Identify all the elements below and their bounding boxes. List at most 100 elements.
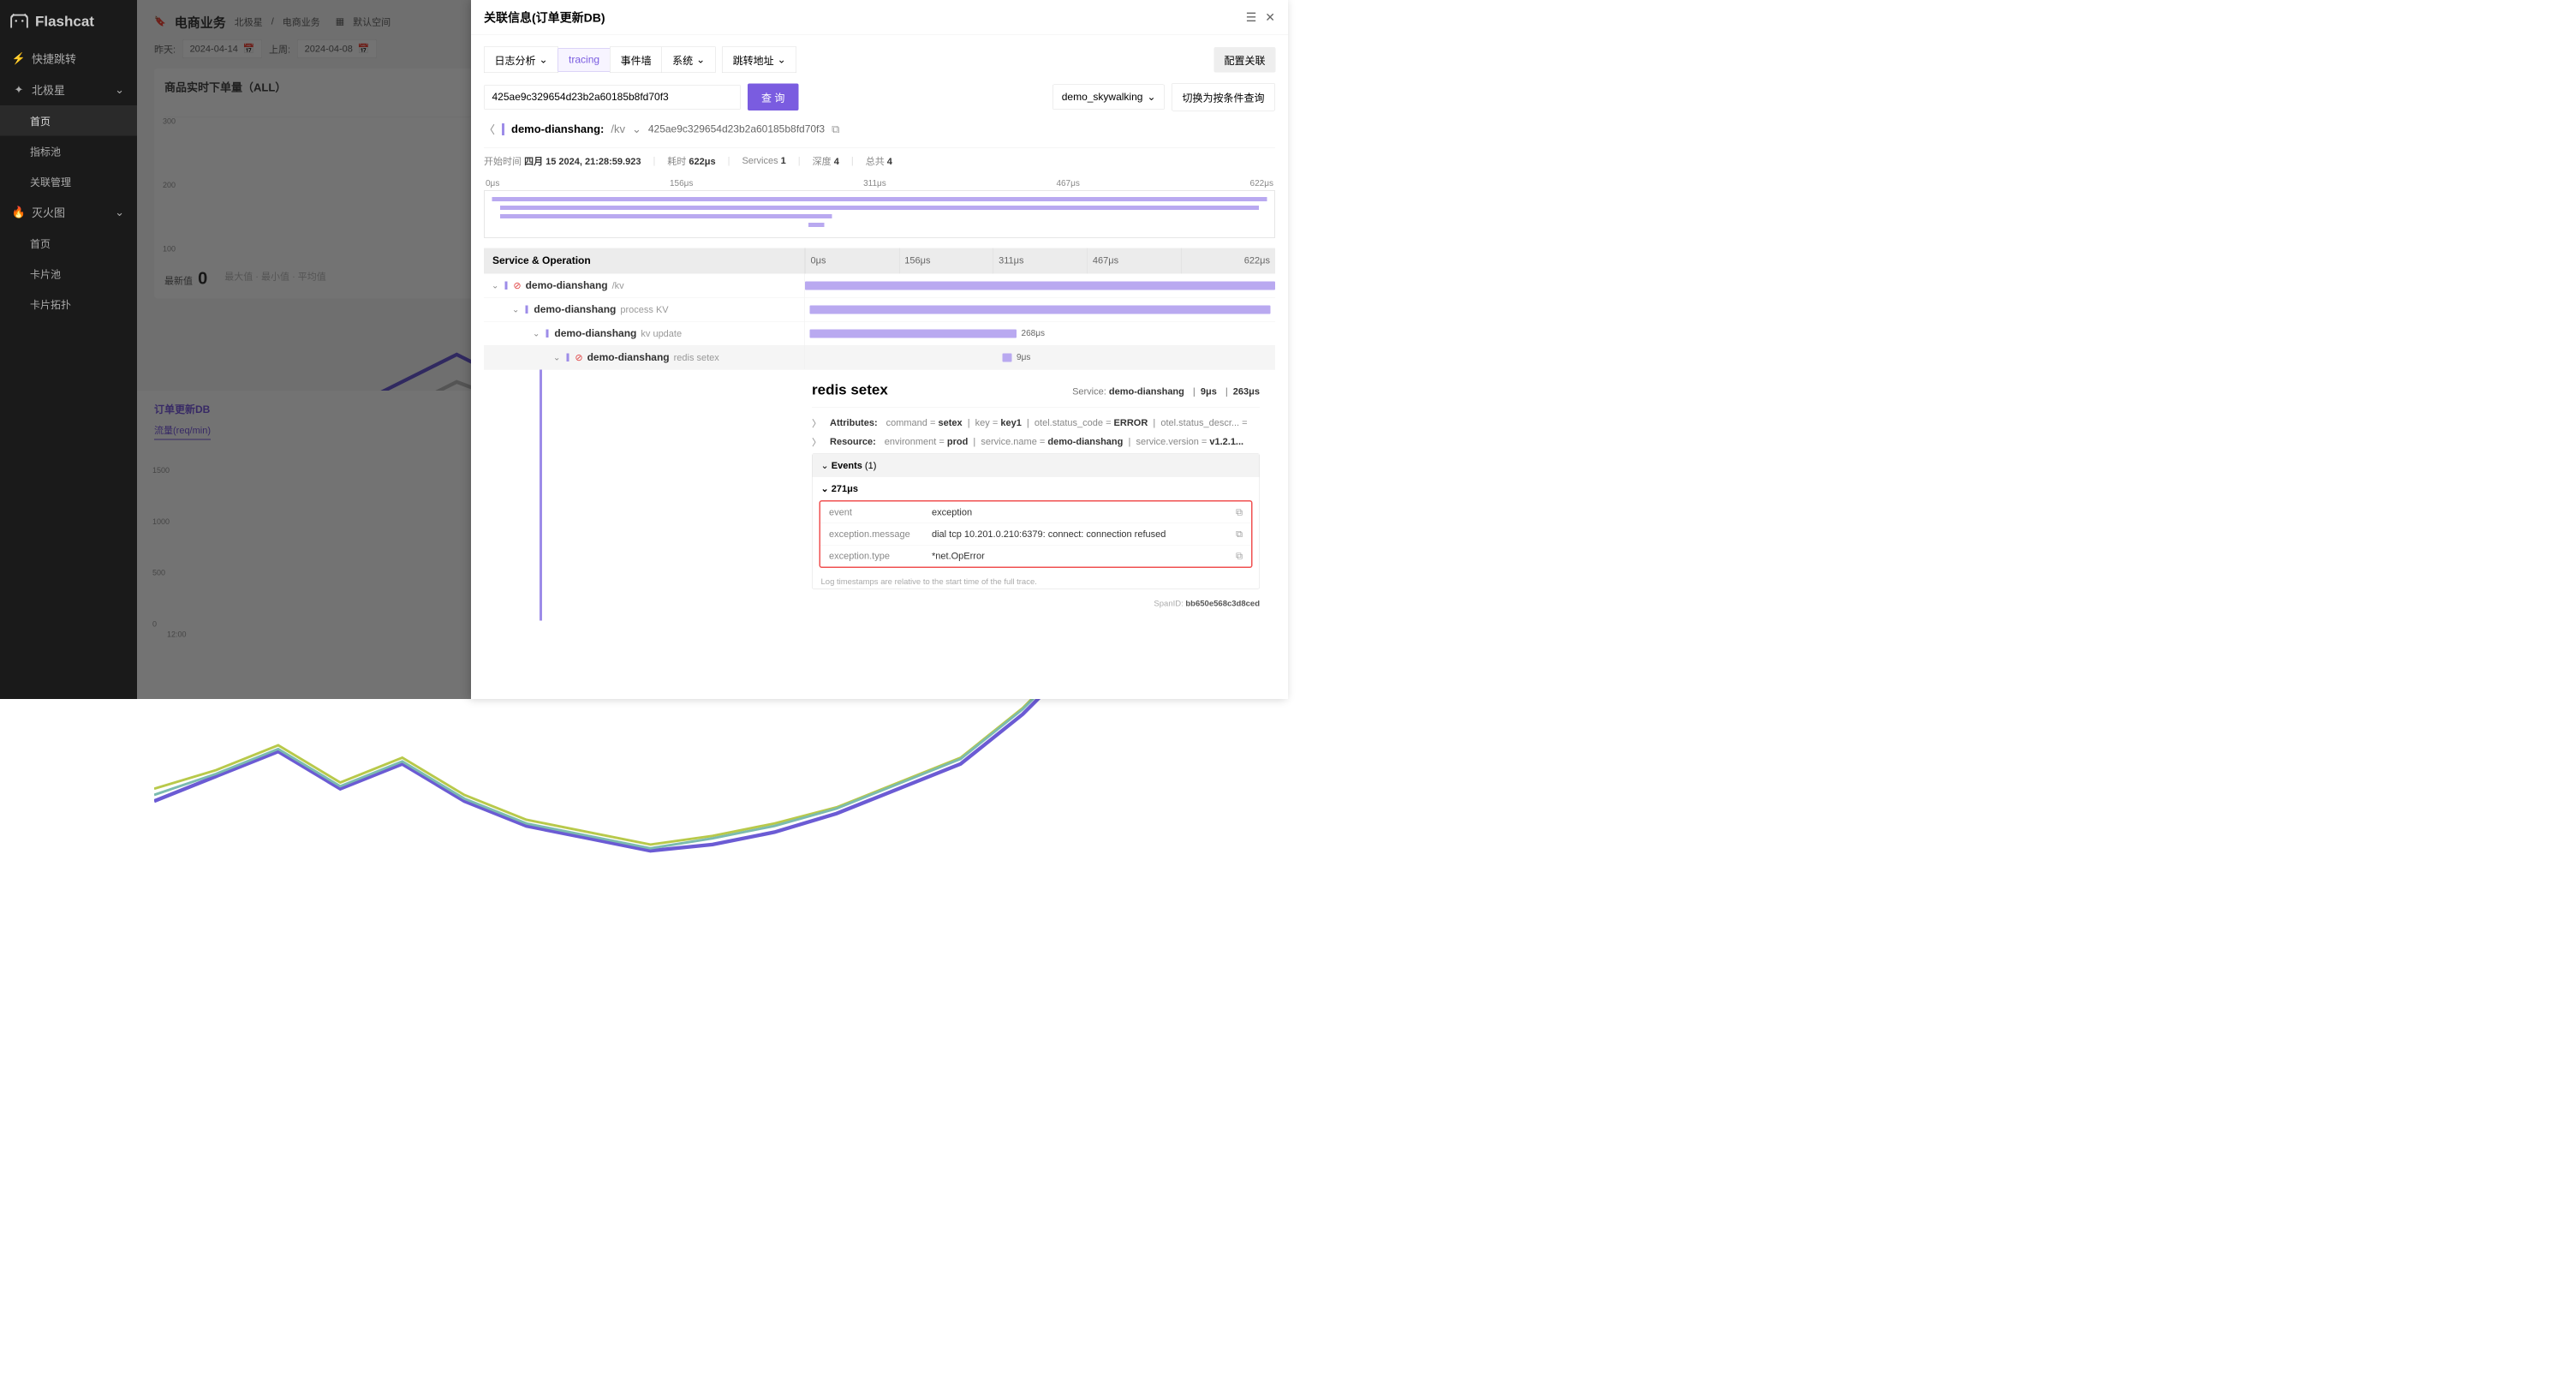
chevron-down-icon[interactable]: ⌄ [533, 328, 540, 339]
nav-fire-home[interactable]: 首页 [0, 228, 137, 259]
span-timeline [805, 274, 1275, 298]
event-row: exception.type*net.OpError⧉ [820, 546, 1251, 567]
span-color-bar [504, 282, 507, 290]
attributes-row[interactable]: 〉 Attributes: command = setex | key = ke… [812, 416, 1260, 430]
copy-icon[interactable]: ⧉ [1231, 529, 1243, 540]
logo-icon [9, 13, 30, 30]
nav-polaris-home[interactable]: 首页 [0, 105, 137, 136]
chevron-down-icon[interactable]: ⌄ [632, 122, 641, 136]
tab-events[interactable]: 事件墙 [610, 47, 662, 74]
span-detail-title: redis setex [812, 382, 1064, 399]
nav-label: 首页 [30, 113, 51, 128]
panel-header: 关联信息(订单更新DB) ☰ ✕ [471, 0, 1288, 35]
trace-header: 〈 demo-dianshang: /kv ⌄ 425ae9c329654d23… [484, 122, 1275, 138]
events-box: ⌄ Events (1) ⌄ 271μs eventexception⧉ exce… [812, 454, 1260, 589]
span-bar [805, 282, 1275, 290]
chevron-down-icon: ⌄ [1147, 91, 1155, 104]
nav-fire[interactable]: 🔥 灭火图 ⌄ [0, 197, 137, 229]
tab-tracing[interactable]: tracing [558, 48, 611, 71]
layout-icon[interactable]: ☰ [1246, 10, 1257, 25]
event-key: exception.message [829, 529, 932, 540]
chevron-right-icon: 〉 [812, 435, 821, 449]
span-timeline: 268μs [805, 322, 1275, 346]
event-value: *net.OpError [932, 551, 1231, 562]
resource-pair: service.name = demo-dianshang | [981, 436, 1136, 447]
span-bar [809, 330, 1017, 338]
span-service: demo-dianshang [587, 351, 670, 363]
span-bar [809, 306, 1270, 314]
tab-row: 日志分析 ⌄ tracing 事件墙 系统 ⌄ 跳转地址 ⌄ 配置关联 [484, 47, 1275, 74]
attrs-label: Attributes: [830, 417, 878, 428]
span-row[interactable]: ⌄demo-dianshangprocess KV [484, 298, 1275, 322]
span-row[interactable]: ⌄⊘demo-dianshangredis setex9μs [484, 346, 1275, 370]
detail-panel: 关联信息(订单更新DB) ☰ ✕ 日志分析 ⌄ tracing 事件墙 系统 ⌄… [471, 0, 1288, 699]
chevron-down-icon: ⌄ [115, 206, 124, 219]
nav-polaris-relations[interactable]: 关联管理 [0, 166, 137, 197]
chevron-down-icon[interactable]: ⌄ [512, 304, 519, 315]
span-operation: /kv [612, 280, 624, 291]
tick: 156μs [899, 248, 993, 274]
tab-logs[interactable]: 日志分析 ⌄ [484, 47, 558, 74]
timeline-ticks: 0μs156μs311μs467μs622μs [484, 179, 1275, 189]
copy-icon[interactable]: ⧉ [1231, 551, 1243, 562]
span-bar [1003, 354, 1012, 362]
span-color-bar [525, 306, 528, 314]
copy-icon[interactable]: ⧉ [1231, 507, 1243, 518]
compass-icon: ✦ [13, 84, 25, 96]
chevron-down-icon[interactable]: ⌄ [553, 352, 560, 363]
detail-self-time: 9μs [1201, 386, 1217, 397]
chevron-down-icon[interactable]: ⌄ [492, 280, 498, 291]
tick: 467μs [1087, 248, 1181, 274]
events-header[interactable]: ⌄ Events (1) [813, 454, 1260, 477]
event-timestamp[interactable]: ⌄ 271μs [813, 477, 1260, 500]
chevron-right-icon: 〉 [812, 416, 821, 430]
nav-quick-jump[interactable]: ⚡ 快捷跳转 [0, 43, 137, 75]
nav-polaris[interactable]: ✦ 北极星 ⌄ [0, 75, 137, 106]
error-icon: ⊘ [575, 352, 582, 363]
span-service: demo-dianshang [526, 279, 608, 291]
span-operation: process KV [620, 304, 668, 315]
nav-fire-cards[interactable]: 卡片池 [0, 259, 137, 290]
event-table: eventexception⧉exception.messagedial tcp… [820, 500, 1253, 568]
span-id: bb650e568c3d8ced [1185, 600, 1260, 609]
search-button[interactable]: 查 询 [748, 84, 798, 111]
span-detail: redis setex Service: demo-dianshang | 9μ… [805, 370, 1275, 621]
panel-title: 关联信息(订单更新DB) [484, 9, 605, 26]
datasource-select[interactable]: demo_skywalking ⌄ [1052, 85, 1165, 111]
span-table-header: Service & Operation 0μs 156μs 311μs 467μ… [484, 248, 1275, 274]
trace-id-input[interactable] [484, 85, 741, 110]
error-icon: ⊘ [513, 280, 521, 291]
fire-icon: 🔥 [13, 206, 25, 218]
config-button[interactable]: 配置关联 [1214, 47, 1276, 73]
switch-query-button[interactable]: 切换为按条件查询 [1172, 83, 1275, 111]
resource-label: Resource: [830, 436, 876, 447]
resource-pair: service.version = v1.2.1... [1136, 436, 1243, 447]
nav-fire-topo[interactable]: 卡片拓扑 [0, 289, 137, 320]
span-timeline: 9μs [805, 346, 1275, 370]
trace-meta: 开始时间 四月 15 2024, 21:28:59.923| 耗时 622μs|… [484, 147, 1275, 168]
copy-icon[interactable]: ⧉ [832, 122, 839, 136]
resource-row[interactable]: 〉 Resource: environment = prod | service… [812, 435, 1260, 449]
nav-polaris-metrics[interactable]: 指标池 [0, 136, 137, 167]
nav-label: 卡片池 [30, 266, 61, 282]
chevron-down-icon: ⌄ [696, 54, 705, 67]
chevron-down-icon: ⌄ [115, 83, 124, 97]
chevron-down-icon: ⌄ [540, 54, 548, 67]
span-color-bar [566, 354, 569, 362]
span-row[interactable]: ⌄demo-dianshangkv update268μs [484, 322, 1275, 346]
tab-jump[interactable]: 跳转地址 ⌄ [722, 47, 796, 74]
trace-operation: /kv [611, 122, 625, 136]
attr-pair: command = setex | [886, 417, 975, 428]
nav-label: 卡片拓扑 [30, 296, 71, 312]
close-icon[interactable]: ✕ [1265, 10, 1275, 25]
detail-service: demo-dianshang [1109, 386, 1184, 397]
nav-label: 首页 [30, 236, 51, 251]
chevron-down-icon: ⌄ [778, 54, 786, 67]
chevron-left-icon[interactable]: 〈 [484, 122, 495, 138]
event-row: eventexception⧉ [820, 502, 1251, 524]
trace-service: demo-dianshang: [511, 122, 604, 136]
span-row[interactable]: ⌄ ⊘ demo-dianshang/kv [484, 274, 1275, 298]
timeline-mini[interactable] [484, 191, 1275, 238]
tab-system[interactable]: 系统 ⌄ [662, 47, 716, 74]
nav-label: 指标池 [30, 144, 61, 159]
